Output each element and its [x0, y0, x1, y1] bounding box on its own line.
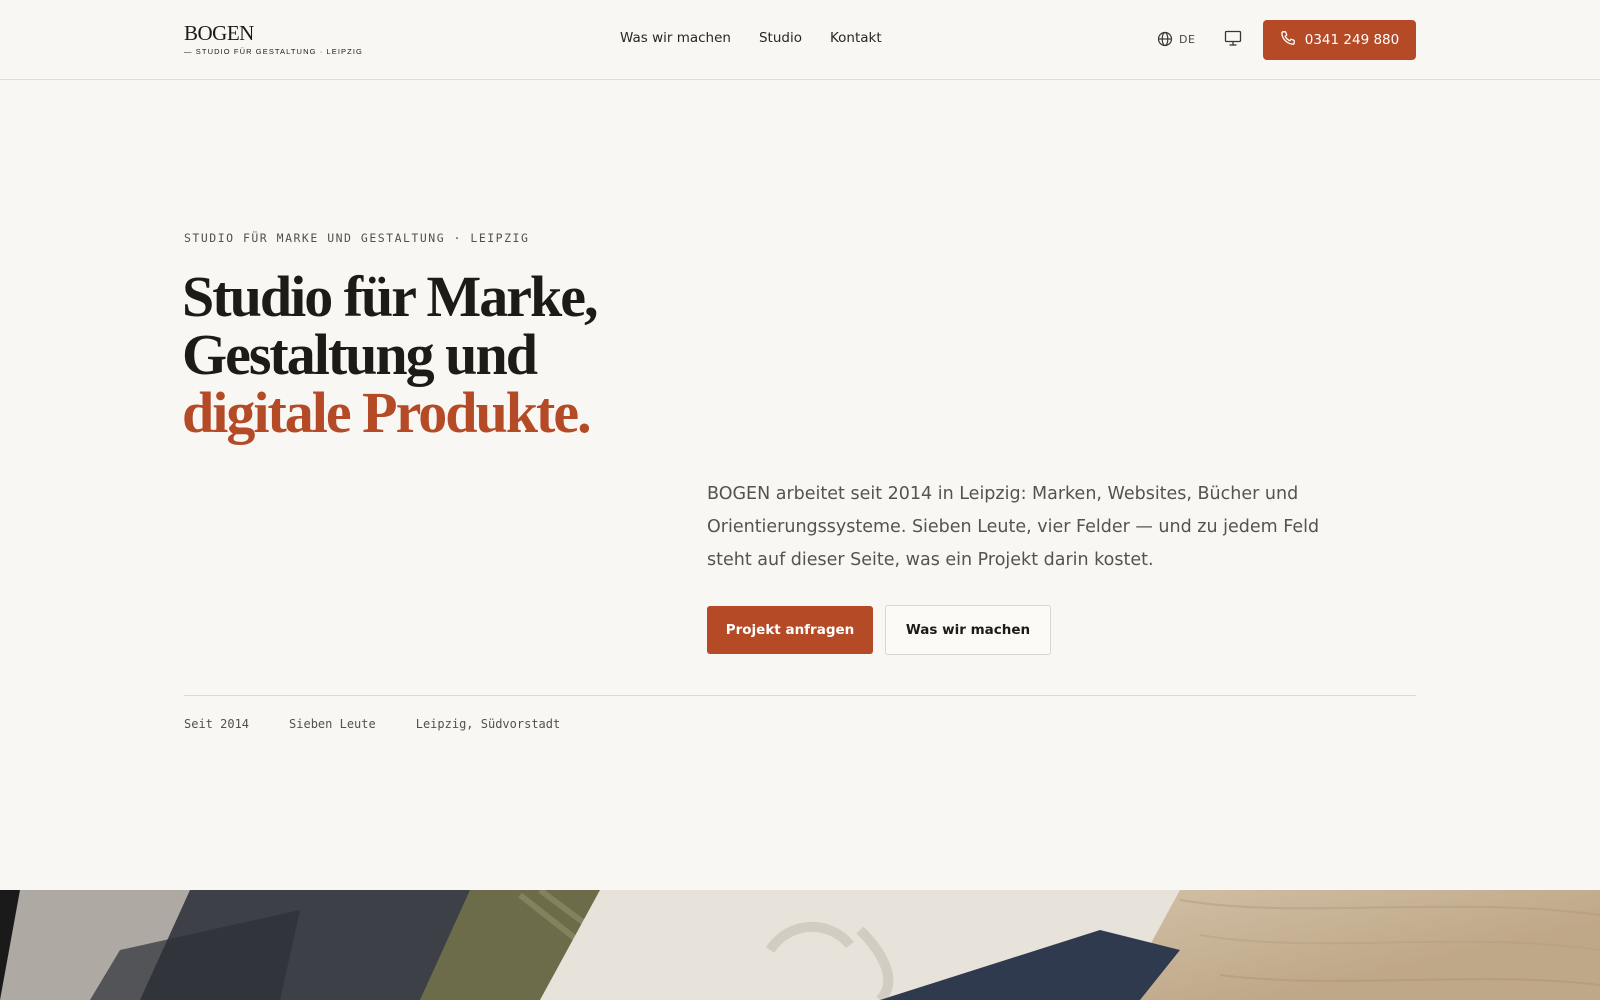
site-header: BOGEN — STUDIO FÜR GESTALTUNG · LEIPZIG …	[0, 0, 1600, 80]
headline-line-1: Studio für Marke,	[182, 264, 598, 329]
nav-item-was-wir-machen[interactable]: Was wir machen	[620, 30, 731, 46]
monitor-icon	[1224, 30, 1242, 51]
logo-wordmark: BOGEN	[184, 21, 254, 45]
what-we-do-button[interactable]: Was wir machen	[885, 605, 1051, 655]
fact-team: Sieben Leute	[289, 717, 376, 731]
hero-headline: Studio für Marke, Gestaltung und digital…	[182, 264, 598, 445]
phone-number: 0341 249 880	[1304, 32, 1400, 48]
phone-icon	[1280, 30, 1296, 50]
logo-tagline: — STUDIO FÜR GESTALTUNG · LEIPZIG	[184, 47, 363, 56]
headline-line-2: Gestaltung und	[182, 322, 538, 387]
facts-row: Seit 2014 Sieben Leute Leipzig, Südvorst…	[184, 717, 600, 731]
globe-icon	[1157, 31, 1173, 47]
headline-accent: digitale Produkte.	[182, 380, 592, 445]
call-button[interactable]: 0341 249 880	[1263, 20, 1416, 60]
fact-location: Leipzig, Südvorstadt	[415, 717, 561, 731]
display-mode-button[interactable]	[1224, 30, 1242, 51]
hero-intro: BOGEN arbeitet seit 2014 in Leipzig: Mar…	[707, 484, 1320, 570]
language-label: DE	[1179, 32, 1196, 46]
fact-since: Seit 2014	[184, 717, 250, 731]
main-nav: Was wir machen Studio Kontakt	[620, 30, 882, 46]
language-switcher[interactable]: DE	[1157, 31, 1195, 47]
nav-item-studio[interactable]: Studio	[759, 30, 802, 46]
logo[interactable]: BOGEN — STUDIO FÜR GESTALTUNG · LEIPZIG	[184, 22, 363, 56]
divider	[184, 695, 1416, 696]
hero-photo	[0, 890, 1600, 1000]
hero-eyebrow: STUDIO FÜR MARKE UND GESTALTUNG · LEIPZI…	[184, 231, 530, 245]
nav-item-kontakt[interactable]: Kontakt	[830, 30, 882, 46]
request-project-button[interactable]: Projekt anfragen	[707, 606, 873, 654]
